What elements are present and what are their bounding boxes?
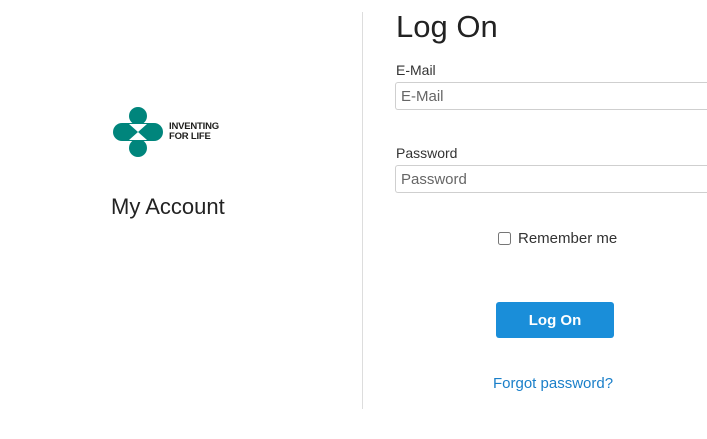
remember-me-row[interactable]: Remember me — [498, 230, 617, 247]
password-label: Password — [396, 145, 458, 161]
page-title: Log On — [396, 9, 498, 44]
logo-tagline: INVENTING FOR LIFE — [169, 122, 219, 142]
merck-hourglass-logo-icon — [113, 107, 163, 157]
remember-me-checkbox[interactable] — [498, 232, 511, 245]
brand-panel: INVENTING FOR LIFE My Account — [0, 0, 362, 439]
vertical-divider — [362, 12, 363, 409]
email-field[interactable] — [395, 82, 707, 110]
remember-me-label: Remember me — [518, 230, 618, 247]
company-logo: INVENTING FOR LIFE — [113, 107, 219, 157]
my-account-heading: My Account — [111, 194, 225, 219]
password-field[interactable] — [395, 165, 707, 193]
log-on-button[interactable]: Log On — [496, 302, 614, 338]
email-label: E-Mail — [396, 62, 436, 78]
logo-tagline-line2: FOR LIFE — [169, 131, 211, 142]
forgot-password-link[interactable]: Forgot password? — [493, 375, 613, 392]
login-page: INVENTING FOR LIFE My Account Log On E-M… — [0, 0, 707, 439]
